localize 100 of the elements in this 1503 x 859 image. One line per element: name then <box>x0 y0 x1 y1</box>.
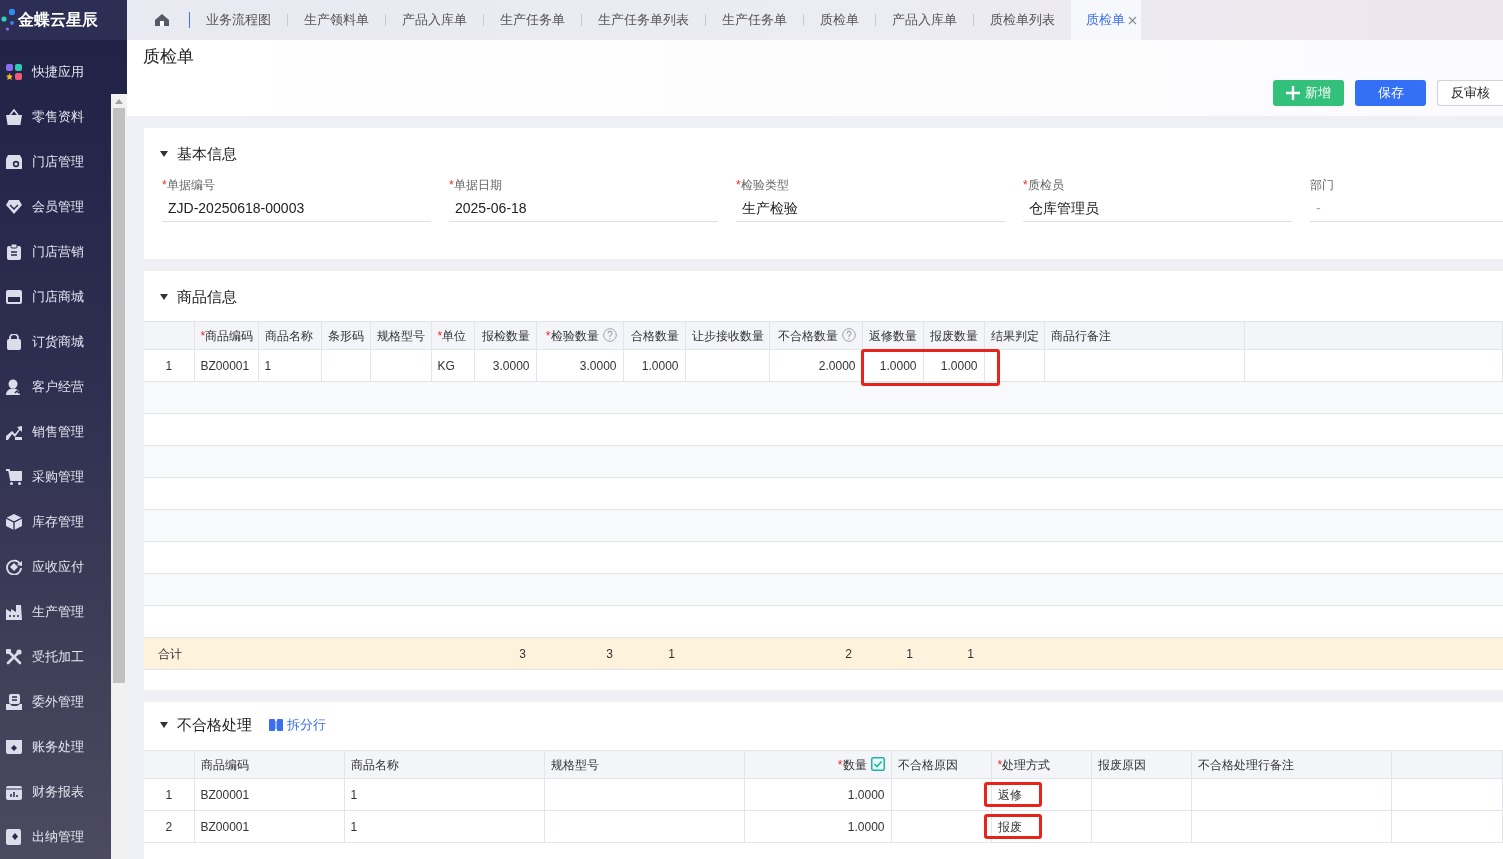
sidebar-item[interactable]: 零售资料 <box>0 94 111 139</box>
total-value: 2 <box>769 637 862 670</box>
plus-icon <box>1286 86 1300 100</box>
column-header[interactable]: 商品编码 <box>200 757 249 772</box>
sidebar-item[interactable]: 销售管理 <box>0 409 111 454</box>
table-cell: BZ00001 <box>194 778 344 811</box>
tab[interactable]: 质检单 <box>804 0 875 40</box>
required-mark: * <box>200 328 206 343</box>
totals-label: 合计 <box>144 637 194 670</box>
tab[interactable]: 质检单列表 <box>974 0 1071 40</box>
trend-icon <box>6 423 22 440</box>
sidebar-item[interactable]: 受托加工 <box>0 634 111 679</box>
sidebar-item[interactable]: 采购管理 <box>0 454 111 499</box>
tab[interactable]: 生产领料单 <box>288 0 385 40</box>
column-header[interactable]: 规格型号 <box>550 757 599 772</box>
column-header[interactable]: 商品行备注 <box>1050 328 1111 343</box>
tab[interactable]: 产品入库单 <box>386 0 483 40</box>
field-label: 部门 <box>1310 178 1334 192</box>
grid-icon <box>6 63 22 80</box>
input-field[interactable]: 2025-06-18 <box>449 195 718 222</box>
page-title: 质检单 <box>143 46 195 68</box>
cycle-icon <box>6 558 22 575</box>
tab[interactable]: 生产任务单 <box>484 0 581 40</box>
table-cell: 1 <box>344 810 544 843</box>
help-icon[interactable] <box>841 327 856 342</box>
sidebar-item[interactable]: 门店管理 <box>0 139 111 184</box>
input-field[interactable]: ZJD-20250618-00003 <box>162 195 431 222</box>
sidebar-item[interactable]: 财务报表 <box>0 769 111 814</box>
sidebar-item[interactable]: 账务处理 <box>0 724 111 769</box>
home-icon[interactable] <box>155 14 169 26</box>
total-value: 1 <box>923 637 984 670</box>
sidebar-item[interactable]: 出纳管理 <box>0 814 111 859</box>
sidebar-item[interactable]: 生产管理 <box>0 589 111 634</box>
caret-icon[interactable] <box>160 294 168 300</box>
required-mark: * <box>736 178 741 192</box>
required-mark: * <box>545 328 551 343</box>
row-number: 1 <box>144 349 194 382</box>
field-label: 单据日期 <box>453 178 502 192</box>
store-icon <box>6 153 22 170</box>
table-cell: 1 <box>344 778 544 811</box>
close-icon[interactable] <box>1128 15 1137 25</box>
unaudit-button[interactable]: 反审核 <box>1437 80 1503 106</box>
chart-icon <box>6 783 22 800</box>
field-label: 质检员 <box>1027 178 1064 192</box>
table-cell: KG <box>431 349 474 382</box>
column-header[interactable]: 商品编码 <box>205 328 254 343</box>
field-label: 检验类型 <box>740 178 789 192</box>
field-label: 单据编号 <box>166 178 215 192</box>
scrollbar-thumb[interactable] <box>113 108 125 683</box>
required-mark: * <box>837 757 843 772</box>
total-value: 1 <box>862 637 923 670</box>
caret-icon[interactable] <box>160 151 168 157</box>
help-icon[interactable] <box>602 327 617 342</box>
sidebar-item[interactable]: 快捷应用 <box>0 49 127 94</box>
sidebar-item[interactable]: 客户经营 <box>0 364 111 409</box>
diamond-icon <box>6 198 22 215</box>
input-field[interactable]: 生产检验 <box>736 195 1005 222</box>
logo-text: 金蝶云星辰 <box>18 10 98 30</box>
sidebar-item[interactable]: 门店商城 <box>0 274 111 319</box>
column-header[interactable]: 单位 <box>442 328 467 343</box>
column-header[interactable]: 数量 <box>842 757 867 772</box>
checkbox-icon[interactable] <box>870 756 885 771</box>
input-field[interactable]: 仓库管理员 <box>1023 195 1292 222</box>
save-button[interactable]: 保存 <box>1355 80 1426 106</box>
cube-icon <box>6 513 22 530</box>
tab[interactable]: 生产任务单 <box>706 0 803 40</box>
column-header[interactable]: 商品名称 <box>350 757 399 772</box>
sidebar-item[interactable]: 应收应付 <box>0 544 111 589</box>
section-title: 不合格处理 <box>177 715 252 735</box>
row-number: 2 <box>144 810 194 843</box>
total-value: 3 <box>474 637 536 670</box>
column-header[interactable]: 检验数量 <box>550 328 599 343</box>
table-cell: 1.0000 <box>744 778 891 811</box>
required-mark: * <box>437 328 443 343</box>
table-cell: 3.0000 <box>474 349 536 382</box>
logo-icon <box>1 8 15 32</box>
tray-icon <box>6 693 22 710</box>
sidebar-item[interactable]: 门店营销 <box>0 229 111 274</box>
tab[interactable]: 生产任务单列表 <box>582 0 705 40</box>
book-icon <box>6 828 22 845</box>
column-header[interactable]: 处理方式 <box>1002 757 1051 772</box>
split-row-link[interactable]: 拆分行 <box>269 715 326 735</box>
archive-icon <box>6 738 22 755</box>
caret-icon[interactable] <box>160 722 168 728</box>
sidebar-item[interactable]: 会员管理 <box>0 184 111 229</box>
section-title: 商品信息 <box>177 287 237 307</box>
sidebar-item[interactable]: 订货商城 <box>0 319 111 364</box>
scrollbar[interactable] <box>111 94 127 859</box>
section-title: 基本信息 <box>177 144 237 164</box>
arrow-up-icon[interactable] <box>115 99 123 104</box>
columns-icon <box>269 719 283 731</box>
table-cell: 1 <box>258 349 321 382</box>
tab[interactable]: 业务流程图 <box>190 0 287 40</box>
tools-icon <box>6 648 22 665</box>
sidebar-item[interactable]: 库存管理 <box>0 499 111 544</box>
table-cell: BZ00001 <box>194 349 258 382</box>
tab[interactable]: 质检单 <box>1071 0 1141 40</box>
tab[interactable]: 产品入库单 <box>876 0 973 40</box>
sidebar-item[interactable]: 委外管理 <box>0 679 111 724</box>
basket-icon <box>6 108 22 125</box>
